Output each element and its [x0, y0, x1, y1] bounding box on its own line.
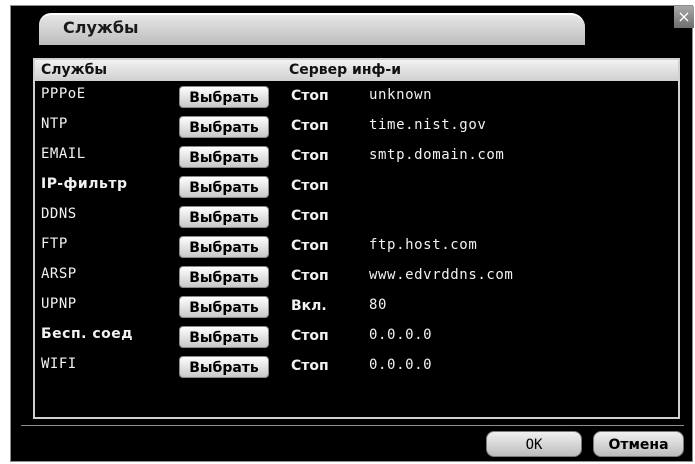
select-button[interactable]: Выбрать	[179, 266, 269, 288]
select-button[interactable]: Выбрать	[179, 326, 269, 348]
service-info: smtp.domain.com	[369, 147, 505, 163]
service-info: 80	[369, 297, 388, 313]
select-button[interactable]: Выбрать	[179, 86, 269, 108]
service-name: PPPoE	[41, 86, 86, 102]
service-status: Вкл.	[291, 298, 327, 314]
select-button[interactable]: Выбрать	[179, 296, 269, 318]
service-name: UPNP	[41, 296, 77, 312]
services-table: Службы Сервер инф-и PPPoE Выбрать Стоп u…	[33, 58, 680, 419]
service-name: NTP	[41, 116, 68, 132]
table-row: EMAIL Выбрать Стоп smtp.domain.com	[35, 142, 678, 172]
service-name: ARSP	[41, 266, 77, 282]
service-status: Стоп	[291, 88, 329, 104]
service-status: Стоп	[291, 238, 329, 254]
service-info: 0.0.0.0	[369, 327, 433, 343]
table-row: Бесп. соед Выбрать Стоп 0.0.0.0	[35, 322, 678, 352]
select-button[interactable]: Выбрать	[179, 206, 269, 228]
table-header: Службы Сервер инф-и	[35, 60, 678, 81]
column-header-server-info: Сервер инф-и	[289, 62, 402, 78]
select-button[interactable]: Выбрать	[179, 356, 269, 378]
service-name: Бесп. соед	[41, 326, 134, 342]
service-status: Стоп	[291, 178, 329, 194]
service-status: Стоп	[291, 328, 329, 344]
service-info: unknown	[369, 87, 433, 103]
footer-divider	[21, 425, 684, 426]
cancel-button[interactable]: Отмена	[593, 431, 684, 457]
service-info: ftp.host.com	[369, 237, 478, 253]
service-name: WIFI	[41, 356, 77, 372]
table-row: WIFI Выбрать Стоп 0.0.0.0	[35, 352, 678, 382]
service-status: Стоп	[291, 208, 329, 224]
services-dialog: Службы × Службы Сервер инф-и PPPoE Выбра…	[10, 5, 694, 462]
table-row: NTP Выбрать Стоп time.nist.gov	[35, 112, 678, 142]
title-bar: Службы ×	[11, 6, 694, 46]
service-name: EMAIL	[41, 146, 86, 162]
service-info: 0.0.0.0	[369, 357, 433, 373]
table-row: FTP Выбрать Стоп ftp.host.com	[35, 232, 678, 262]
close-icon[interactable]: ×	[674, 6, 694, 28]
table-row: PPPoE Выбрать Стоп unknown	[35, 82, 678, 112]
service-name: IP-фильтр	[41, 176, 128, 192]
select-button[interactable]: Выбрать	[179, 236, 269, 258]
service-info: time.nist.gov	[369, 117, 487, 133]
table-row: ARSP Выбрать Стоп www.edvrddns.com	[35, 262, 678, 292]
table-row: IP-фильтр Выбрать Стоп	[35, 172, 678, 202]
column-header-services: Службы	[41, 62, 108, 78]
service-name: FTP	[41, 236, 68, 252]
ok-button[interactable]: OK	[486, 431, 582, 457]
select-button[interactable]: Выбрать	[179, 146, 269, 168]
service-status: Стоп	[291, 358, 329, 374]
service-status: Стоп	[291, 118, 329, 134]
service-name: DDNS	[41, 206, 77, 222]
service-info: www.edvrddns.com	[369, 267, 514, 283]
window-title: Службы	[63, 18, 139, 37]
select-button[interactable]: Выбрать	[179, 116, 269, 138]
service-status: Стоп	[291, 268, 329, 284]
service-status: Стоп	[291, 148, 329, 164]
table-row: UPNP Выбрать Вкл. 80	[35, 292, 678, 322]
table-row: DDNS Выбрать Стоп	[35, 202, 678, 232]
select-button[interactable]: Выбрать	[179, 176, 269, 198]
